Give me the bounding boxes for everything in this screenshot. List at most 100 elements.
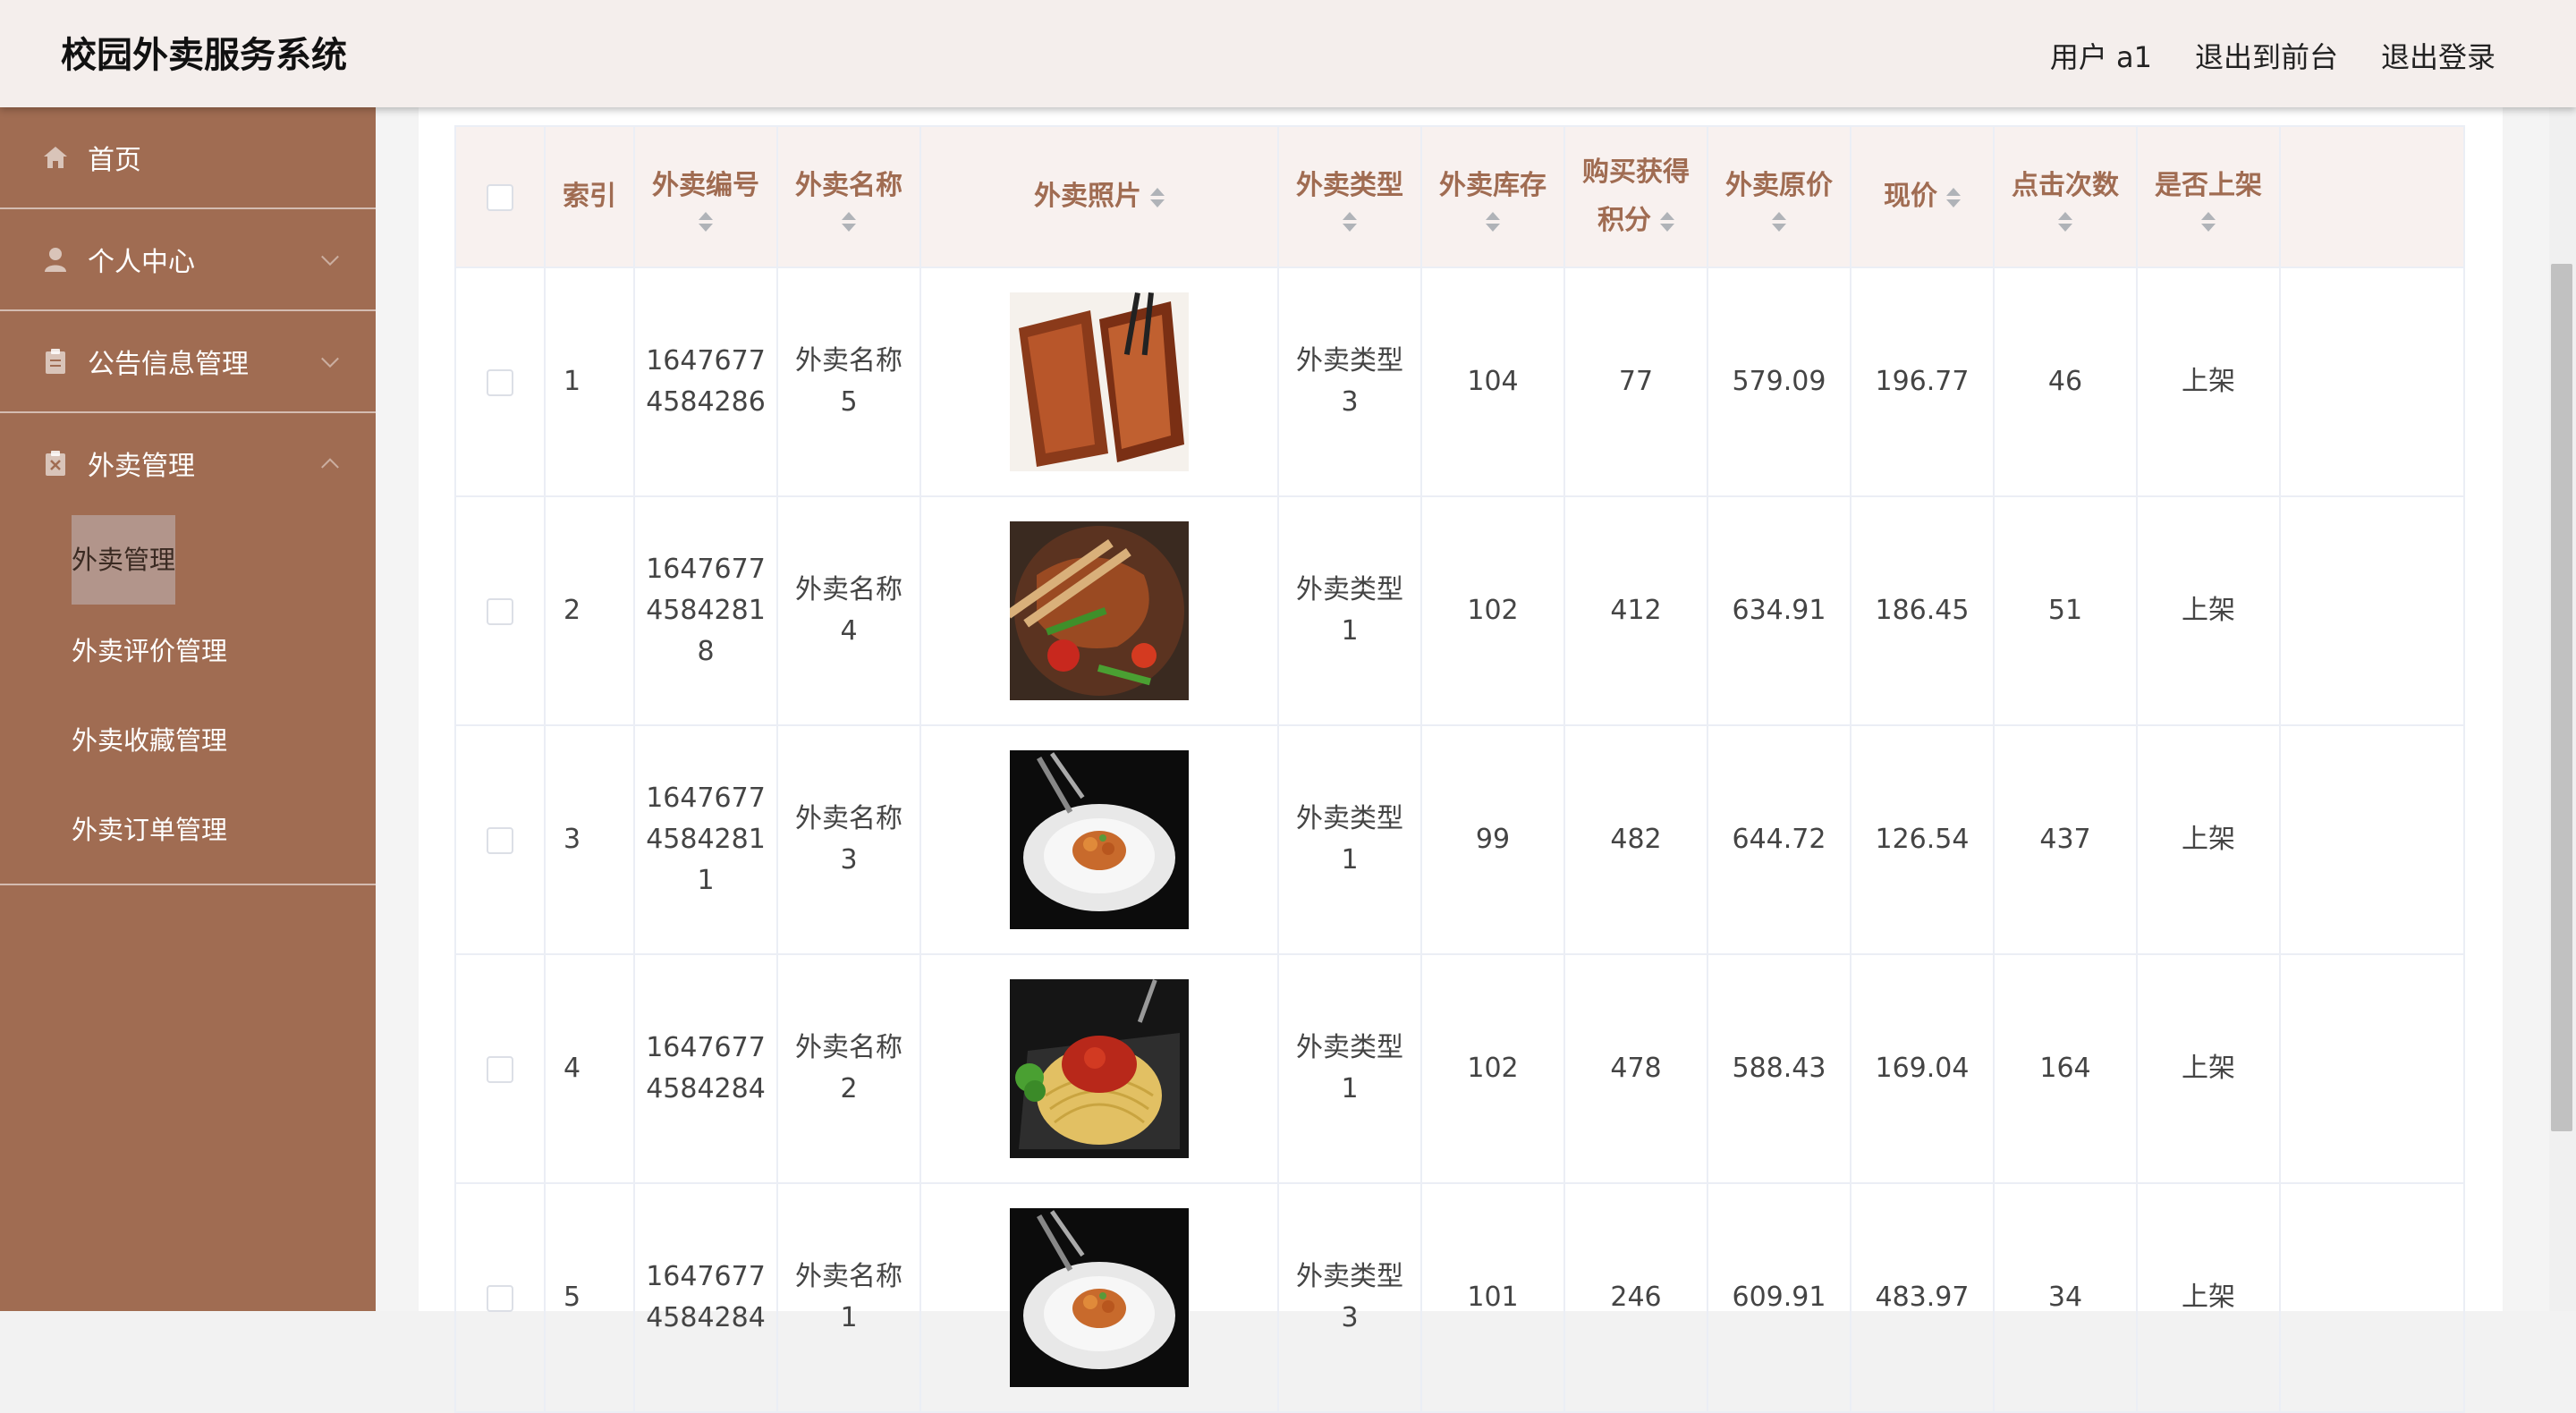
row-checkbox[interactable] — [487, 597, 513, 625]
row-code: 1647677 4584281 1 — [633, 724, 778, 955]
row-clicks: 437 — [1993, 724, 2138, 955]
row-actions — [2279, 724, 2465, 955]
row-select-cell — [454, 1182, 546, 1413]
col-price[interactable]: 现价 — [1850, 125, 1995, 268]
row-listed: 上架 — [2136, 495, 2281, 726]
col-name[interactable]: 外卖名称 — [776, 125, 921, 268]
food-photo[interactable] — [1010, 979, 1189, 1158]
row-index: 3 — [544, 724, 635, 955]
sort-icon[interactable] — [1150, 187, 1165, 207]
col-stock[interactable]: 外卖库存 — [1420, 125, 1565, 268]
submenu-review-manage[interactable]: 外卖评价管理 — [0, 605, 376, 694]
col-orig-price[interactable]: 外卖原价 — [1707, 125, 1852, 268]
row-price: 186.45 — [1850, 495, 1995, 726]
row-stock: 101 — [1420, 1182, 1565, 1413]
sort-icon[interactable] — [1343, 212, 1357, 232]
col-actions — [2279, 125, 2465, 268]
col-clicks[interactable]: 点击次数 — [1993, 125, 2138, 268]
name-part: 外卖名称 — [795, 574, 902, 605]
row-points: 412 — [1563, 495, 1708, 726]
row-photo — [919, 495, 1279, 726]
code-part: 4584281 — [646, 595, 766, 626]
row-name: 外卖名称 3 — [776, 724, 921, 955]
sort-icon[interactable] — [2058, 212, 2072, 232]
name-part: 5 — [840, 386, 858, 418]
row-price: 126.54 — [1850, 724, 1995, 955]
row-code: 1647677 4584281 8 — [633, 495, 778, 726]
name-part: 4 — [840, 615, 858, 647]
code-part: 1647677 — [646, 1261, 766, 1292]
submenu-label: 外卖订单管理 — [72, 815, 228, 845]
sidebar-item-profile[interactable]: 个人中心 — [0, 209, 376, 311]
row-actions — [2279, 495, 2465, 726]
col-points[interactable]: 购买获得 积分 — [1563, 125, 1708, 268]
col-label: 外卖照片 — [1034, 181, 1141, 212]
clipboard-x-icon — [43, 450, 68, 477]
food-photo[interactable] — [1010, 750, 1189, 929]
col-label: 外卖库存 — [1439, 170, 1546, 201]
row-checkbox[interactable] — [487, 1055, 513, 1083]
row-points: 246 — [1563, 1182, 1708, 1413]
sidebar-item-home[interactable]: 首页 — [0, 107, 376, 209]
row-stock: 99 — [1420, 724, 1565, 955]
select-all-checkbox[interactable] — [487, 183, 513, 211]
sidebar-item-label: 首页 — [88, 145, 141, 176]
food-photo[interactable] — [1010, 292, 1189, 471]
row-clicks: 46 — [1993, 267, 2138, 497]
go-to-frontend-link[interactable]: 退出到前台 — [2195, 35, 2338, 76]
takeout-table: 索引 外卖编号 外卖名称 外卖照片 外卖类型 外卖库存 购买获得 积分 外卖原价 … — [454, 125, 2465, 1413]
sidebar-item-takeout[interactable]: 外卖管理 — [0, 413, 376, 513]
sidebar-item-notice[interactable]: 公告信息管理 — [0, 311, 376, 413]
row-listed: 上架 — [2136, 953, 2281, 1184]
row-type: 外卖类型 3 — [1277, 1182, 1422, 1413]
row-index: 5 — [544, 1182, 635, 1413]
col-label: 购买获得 — [1582, 157, 1690, 188]
row-select-cell — [454, 953, 546, 1184]
app-title: 校园外卖服务系统 — [61, 35, 347, 76]
name-part: 外卖名称 — [795, 345, 902, 377]
col-label: 是否上架 — [2155, 170, 2262, 201]
name-part: 3 — [840, 844, 858, 876]
sort-icon[interactable] — [1660, 211, 1674, 232]
food-photo[interactable] — [1010, 1208, 1189, 1387]
submenu-label: 外卖评价管理 — [72, 636, 228, 666]
row-points: 482 — [1563, 724, 1708, 955]
row-checkbox[interactable] — [487, 1284, 513, 1312]
name-part: 1 — [840, 1302, 858, 1333]
table-row: 5 1647677 4584284 外卖名称 1 外卖类型 3 101 246 609.91 483… — [454, 1182, 2465, 1413]
row-checkbox[interactable] — [487, 826, 513, 854]
top-header: 校园外卖服务系统 用户 a1 退出到前台 退出登录 — [0, 0, 2576, 107]
row-code: 1647677 4584284 — [633, 1182, 778, 1413]
row-photo — [919, 267, 1279, 497]
row-name: 外卖名称 5 — [776, 267, 921, 497]
col-label: 现价 — [1884, 181, 1937, 212]
row-type: 外卖类型 1 — [1277, 724, 1422, 955]
sort-icon[interactable] — [1486, 212, 1500, 232]
logout-link[interactable]: 退出登录 — [2381, 35, 2496, 76]
type-part: 3 — [1341, 1302, 1359, 1333]
row-stock: 104 — [1420, 267, 1565, 497]
sort-icon[interactable] — [2201, 212, 2216, 232]
submenu-takeout-manage[interactable]: 外卖管理 — [0, 515, 376, 605]
sort-icon[interactable] — [699, 212, 713, 232]
submenu-favorite-manage[interactable]: 外卖收藏管理 — [0, 694, 376, 783]
row-checkbox[interactable] — [487, 368, 513, 396]
sort-icon[interactable] — [1772, 212, 1786, 232]
food-photo[interactable] — [1010, 521, 1189, 700]
row-orig-price: 588.43 — [1707, 953, 1852, 1184]
submenu-order-manage[interactable]: 外卖订单管理 — [0, 783, 376, 873]
sort-icon[interactable] — [1946, 187, 1961, 207]
row-index: 2 — [544, 495, 635, 726]
code-part: 1647677 — [646, 783, 766, 814]
col-listed[interactable]: 是否上架 — [2136, 125, 2281, 268]
row-clicks: 164 — [1993, 953, 2138, 1184]
row-index: 1 — [544, 267, 635, 497]
col-code[interactable]: 外卖编号 — [633, 125, 778, 268]
sort-icon[interactable] — [842, 212, 856, 232]
type-part: 外卖类型 — [1296, 574, 1403, 605]
col-type[interactable]: 外卖类型 — [1277, 125, 1422, 268]
table-row: 1 1647677 4584286 外卖名称 5 外卖类型 3 104 77 579.09 196.… — [454, 267, 2465, 497]
row-points: 77 — [1563, 267, 1708, 497]
scrollbar-thumb[interactable] — [2551, 264, 2572, 1131]
col-photo[interactable]: 外卖照片 — [919, 125, 1279, 268]
